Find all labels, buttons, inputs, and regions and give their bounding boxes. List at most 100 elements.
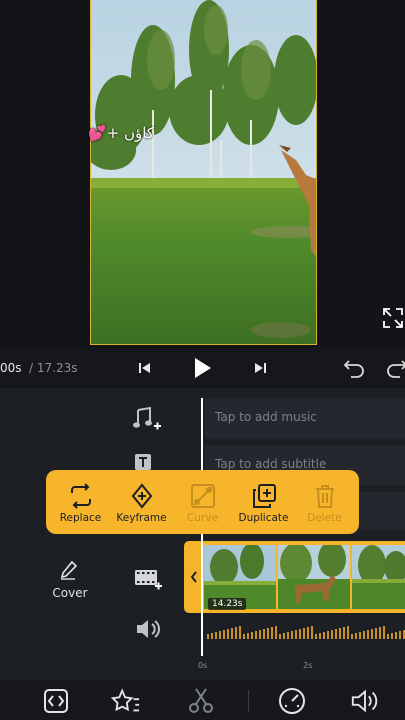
redo-button[interactable] xyxy=(385,356,405,380)
keyframe-icon xyxy=(127,482,157,510)
waveform-bar xyxy=(347,626,349,639)
skip-next-icon xyxy=(255,363,266,373)
music-track[interactable]: Tap to add music xyxy=(205,398,405,438)
add-clip-button[interactable] xyxy=(133,566,163,594)
waveform-bar xyxy=(355,633,357,639)
replace-button[interactable]: Replace xyxy=(52,482,110,524)
skip-previous-icon xyxy=(139,363,150,373)
waveform-bar xyxy=(311,626,313,639)
video-preview[interactable] xyxy=(90,0,317,345)
split-button[interactable] xyxy=(186,686,216,716)
delete-button[interactable]: Delete xyxy=(296,482,354,524)
play-icon xyxy=(195,358,211,378)
skip-previous-button[interactable] xyxy=(133,356,157,380)
ruler-label-0: 0s xyxy=(198,661,208,670)
speaker-icon xyxy=(137,620,160,638)
trash-icon xyxy=(310,482,340,510)
waveform-bar xyxy=(227,629,229,639)
waveform-bar xyxy=(275,626,277,639)
waveform-bar xyxy=(343,627,345,639)
waveform-bar xyxy=(391,633,393,639)
cover-button[interactable]: Cover xyxy=(48,560,92,600)
waveform-bar xyxy=(291,631,293,639)
waveform-bar xyxy=(339,628,341,639)
clip-action-popup: Replace Keyframe Curve Duplicate Delete xyxy=(46,470,359,534)
effects-button[interactable] xyxy=(110,686,140,716)
add-music-button[interactable] xyxy=(132,406,162,434)
audio-waveform xyxy=(205,622,405,640)
transport-bar: 00s / 17.23s xyxy=(0,348,405,388)
waveform-bar xyxy=(371,629,373,639)
waveform-bar xyxy=(307,627,309,639)
waveform-bar xyxy=(267,628,269,639)
waveform-bar xyxy=(375,628,377,639)
waveform-bar xyxy=(303,628,305,639)
speed-gauge-icon xyxy=(279,688,305,714)
curve-icon xyxy=(188,482,218,510)
waveform-bar xyxy=(283,633,285,639)
split-code-icon xyxy=(44,689,68,713)
video-clip[interactable]: 14.23s xyxy=(184,541,405,613)
waveform-bar xyxy=(231,628,233,639)
waveform-bar xyxy=(387,634,389,639)
scissors-icon xyxy=(189,688,213,713)
duplicate-icon xyxy=(249,482,279,510)
waveform-bar xyxy=(367,630,369,639)
clip-duration-badge: 14.23s xyxy=(208,598,247,610)
waveform-bar xyxy=(395,632,397,639)
waveform-bar xyxy=(327,631,329,639)
replace-icon xyxy=(66,482,96,510)
waveform-bar xyxy=(359,632,361,639)
undo-button[interactable] xyxy=(342,356,366,380)
duplicate-button[interactable]: Duplicate xyxy=(235,482,293,524)
video-frame-image xyxy=(91,0,316,344)
volume-button[interactable] xyxy=(350,686,380,716)
waveform-bar xyxy=(279,634,281,639)
waveform-bar xyxy=(271,627,273,639)
volume-icon xyxy=(351,689,378,713)
waveform-bar xyxy=(251,632,253,639)
keyframe-button[interactable]: Keyframe xyxy=(113,482,171,524)
replace-label: Replace xyxy=(59,512,102,524)
delete-label: Delete xyxy=(307,512,342,524)
waveform-bar xyxy=(331,630,333,639)
waveform-bar xyxy=(207,634,209,639)
waveform-bar xyxy=(319,633,321,639)
waveform-bar xyxy=(247,633,249,639)
waveform-bar xyxy=(259,630,261,639)
video-overlay-text[interactable]: کاؤں +💕 xyxy=(88,124,154,142)
waveform-bar xyxy=(351,634,353,639)
waveform-bar xyxy=(235,627,237,639)
curve-button[interactable]: Curve xyxy=(174,482,232,524)
music-track-placeholder: Tap to add music xyxy=(215,410,317,424)
bottom-toolbar xyxy=(0,680,405,720)
split-code-button[interactable] xyxy=(41,686,71,716)
waveform-bar xyxy=(323,632,325,639)
current-time: 00s xyxy=(0,361,22,375)
play-button[interactable] xyxy=(189,355,215,381)
video-preview-area: کاؤں +💕 xyxy=(0,0,405,348)
waveform-bar xyxy=(399,631,401,639)
curve-label: Curve xyxy=(187,512,218,524)
skip-next-button[interactable] xyxy=(248,356,272,380)
clip-volume-button[interactable] xyxy=(134,616,164,644)
waveform-bar xyxy=(255,631,257,639)
waveform-bar xyxy=(335,629,337,639)
waveform-bar xyxy=(211,633,213,639)
waveform-bar xyxy=(243,634,245,639)
waveform-bar xyxy=(363,631,365,639)
toolbar-divider xyxy=(248,690,249,712)
waveform-bar xyxy=(219,631,221,639)
waveform-bar xyxy=(263,629,265,639)
speed-button[interactable] xyxy=(277,686,307,716)
subtitle-track-placeholder: Tap to add subtitle xyxy=(215,457,327,471)
waveform-bar xyxy=(379,627,381,639)
duplicate-label: Duplicate xyxy=(238,512,289,524)
total-time: / 17.23s xyxy=(29,361,78,375)
waveform-bar xyxy=(223,630,225,639)
fullscreen-icon[interactable] xyxy=(381,306,405,330)
waveform-bar xyxy=(383,626,385,639)
effects-star-icon xyxy=(110,688,140,712)
waveform-bar xyxy=(299,629,301,639)
time-ruler: 0s 2s xyxy=(0,656,405,680)
